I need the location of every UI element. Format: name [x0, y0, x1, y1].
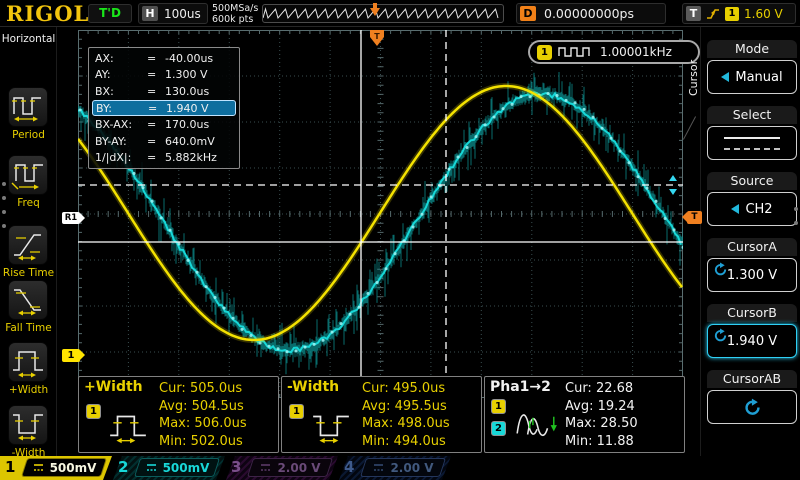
- freq-icon[interactable]: [8, 155, 48, 195]
- trigger-source-badge: 1: [725, 7, 739, 21]
- cursor-row-ay: AY: = 1.300 V: [92, 67, 236, 84]
- rise-time-icon[interactable]: [8, 225, 48, 265]
- oscilloscope-screen: T R1 1 T AX: = -40.00us AY: = 1.300 V BX…: [0, 0, 800, 480]
- minus-width-icon: [310, 407, 352, 447]
- cursor-row-byay: BY-AY: = 640.0mV: [92, 133, 236, 150]
- trigger-position-label: T: [374, 32, 380, 41]
- softkey-source[interactable]: Source CH2: [707, 172, 797, 226]
- softkey-cursor-ab[interactable]: CursorAB: [707, 370, 797, 424]
- rotate-knob-icon: [713, 328, 728, 343]
- minus-width-icon[interactable]: [8, 405, 48, 445]
- horizontal-h-badge: H: [142, 6, 158, 21]
- softkey-mode[interactable]: Mode Manual: [707, 40, 797, 94]
- channel-1-ground-marker[interactable]: 1: [62, 349, 80, 362]
- trigger-settings-box[interactable]: T 1 1.60 V: [682, 3, 796, 24]
- channel-1-badge: 1: [537, 45, 552, 60]
- cursor-row-by-selected: BY: = 1.940 V: [92, 100, 236, 117]
- delay-d-badge: D: [520, 6, 536, 21]
- coupling-dc-icon: [259, 462, 272, 473]
- scroll-dot: [2, 196, 6, 200]
- page-dot: [794, 221, 798, 225]
- plus-width-icon: [107, 407, 149, 447]
- waveform-preview-strip[interactable]: [262, 4, 504, 23]
- scroll-dot: [2, 182, 6, 186]
- left-arrow-icon: [731, 204, 739, 214]
- cursor-line-style-icon: [724, 137, 780, 150]
- scroll-dot: [2, 210, 6, 214]
- channel-3-status[interactable]: 3 2.00 V: [226, 456, 338, 480]
- cursor-row-ax: AX: = -40.00us: [92, 50, 236, 67]
- measurement-panel-minus-width: -Width 1 Cur: 495.0us Avg: 495.5us Max: …: [281, 376, 482, 453]
- channel-status-bar: 1 500mV 2 500: [0, 456, 800, 480]
- trigger-status-badge: T'D: [88, 4, 132, 23]
- trigger-level-marker[interactable]: T: [687, 211, 702, 224]
- cursor-menu: Cursor Mode Manual Select Source CH2: [700, 27, 800, 456]
- coupling-dc-icon: [32, 462, 45, 473]
- measurement-panel-phase: Pha1→2 1 2 Cur: 22.68 Avg: 19.24 Max: 28…: [484, 376, 685, 453]
- square-wave-icon: [558, 46, 594, 58]
- fall-time-icon[interactable]: [8, 280, 48, 320]
- cursor-row-freq: 1/|dX|: = 5.882kHz: [92, 150, 236, 167]
- rotate-knob-icon: [743, 398, 762, 417]
- channel-2-status[interactable]: 2 500mV: [113, 456, 225, 480]
- left-measure-menu: Horizontal Period: [0, 27, 57, 456]
- coupling-dc-icon: [145, 462, 158, 473]
- period-icon[interactable]: [8, 87, 48, 127]
- coupling-dc-icon: [372, 462, 385, 473]
- trigger-position-pin-icon: [369, 3, 381, 17]
- tab-edge: [683, 116, 696, 139]
- rigol-logo: RIGOL: [6, 1, 89, 26]
- cursor-menu-tab: Cursor: [687, 43, 701, 113]
- rising-edge-icon: [706, 6, 720, 21]
- scroll-dot: [2, 224, 6, 228]
- channel-1-badge: 1: [491, 399, 506, 414]
- delay-readout-box[interactable]: D 0.00000000ps: [516, 3, 666, 24]
- reference-marker: R1: [62, 212, 80, 224]
- channel-1-status[interactable]: 1 500mV: [0, 456, 112, 480]
- channel-2-badge: 2: [491, 421, 506, 436]
- channel-4-status[interactable]: 4 2.00 V: [339, 456, 451, 480]
- softkey-select[interactable]: Select: [707, 106, 797, 160]
- frequency-counter: 1 1.00001kHz: [528, 40, 700, 64]
- channel-1-badge: 1: [86, 404, 101, 419]
- softkey-cursor-b[interactable]: CursorB 1.940 V: [707, 304, 797, 358]
- cursor-readout-panel: AX: = -40.00us AY: = 1.300 V BX: = 130.0…: [88, 47, 240, 169]
- softkey-cursor-a[interactable]: CursorA 1.300 V: [707, 238, 797, 292]
- measure-menu-title: Horizontal: [0, 33, 57, 45]
- cursor-row-bx: BX: = 130.0us: [92, 83, 236, 100]
- page-dot: [794, 207, 798, 211]
- trigger-t-badge: T: [686, 6, 701, 21]
- cursor-row-bxax: BX-AX: = 170.0us: [92, 116, 236, 133]
- channel-1-badge: 1: [289, 404, 304, 419]
- rotate-knob-icon: [713, 262, 728, 277]
- sample-rate-readout: 500MSa/s 600k pts: [212, 3, 258, 25]
- preview-wave-icon: [263, 5, 503, 22]
- plus-width-icon[interactable]: [8, 342, 48, 382]
- measurement-panel-plus-width: +Width 1 Cur: 505.0us Avg: 504.5us Max: …: [78, 376, 279, 453]
- horizontal-scale-box[interactable]: H 100us: [138, 3, 208, 24]
- top-status-bar: RIGOL T'D H 100us 500MSa/s 600k pts D 0.…: [0, 0, 800, 27]
- phase-icon: [513, 401, 559, 445]
- left-arrow-icon: [721, 72, 729, 82]
